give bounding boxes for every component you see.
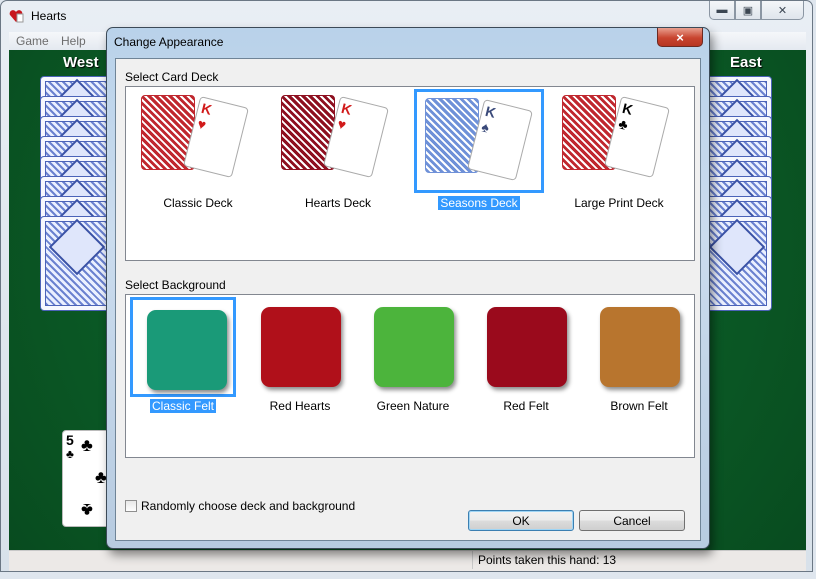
close-icon: ✕ <box>777 4 788 17</box>
background-option[interactable]: Green Nature <box>356 295 466 415</box>
dialog-title: Change Appearance <box>114 35 224 49</box>
menu-game[interactable]: Game <box>16 34 49 48</box>
close-icon: × <box>676 29 684 45</box>
deck-label: Hearts Deck <box>304 196 372 210</box>
background-option[interactable]: Red Hearts <box>243 295 353 415</box>
menu-help[interactable]: Help <box>61 34 86 48</box>
deck-thumbnail: K ♠ <box>414 89 544 193</box>
player-west-label: West <box>63 54 99 71</box>
deck-label: Large Print Deck <box>574 196 664 210</box>
deck-thumbnail: K ♣ <box>554 89 684 193</box>
background-label: Red Hearts <box>269 399 331 413</box>
background-thumbnail <box>247 297 353 397</box>
background-option[interactable]: Red Felt <box>469 295 579 415</box>
player-east-label: East <box>730 54 762 71</box>
background-swatch <box>147 310 227 390</box>
deck-option[interactable]: K ♥ Classic Deck <box>130 87 266 217</box>
deck-option[interactable]: K ♥ Hearts Deck <box>270 87 406 217</box>
random-choice-row[interactable]: Randomly choose deck and background <box>125 499 355 513</box>
background-swatch <box>374 307 454 387</box>
card-back <box>40 216 112 311</box>
deck-thumbnail: K ♥ <box>273 89 403 193</box>
card-back <box>700 216 772 311</box>
background-section-label: Select Background <box>125 278 226 292</box>
background-label: Brown Felt <box>610 399 668 413</box>
background-thumbnail <box>360 297 466 397</box>
background-thumbnail <box>586 297 692 397</box>
deck-label: Seasons Deck <box>438 196 520 210</box>
random-choice-label[interactable]: Randomly choose deck and background <box>141 499 355 513</box>
background-swatch <box>600 307 680 387</box>
background-thumbnail <box>130 297 236 397</box>
background-list: Classic Felt Red Hearts Green Nature Red Fe… <box>125 294 695 458</box>
window-title: Hearts <box>31 9 67 23</box>
deck-section-label: Select Card Deck <box>125 70 219 84</box>
background-swatch <box>261 307 341 387</box>
maximize-icon: ▣ <box>742 4 754 17</box>
deck-list: K ♥ Classic Deck K ♥ Hearts Deck K ♠ Seasons Dec… <box>125 86 695 261</box>
change-appearance-dialog: Change Appearance × Select Card Deck K ♥ C… <box>106 27 710 549</box>
dialog-close-button[interactable]: × <box>657 28 703 47</box>
deck-label: Classic Deck <box>163 196 233 210</box>
background-label: Classic Felt <box>149 399 216 413</box>
ok-button[interactable]: OK <box>468 510 574 531</box>
status-separator <box>472 550 473 569</box>
status-bar <box>9 550 806 571</box>
club-icon: ♣ <box>81 435 93 455</box>
card-rank: 5 <box>66 432 74 448</box>
background-option[interactable]: Classic Felt <box>126 295 236 415</box>
minimize-icon: ▬ <box>716 4 728 16</box>
deck-thumbnail: K ♥ <box>133 89 263 193</box>
club-icon: ♣ <box>81 500 93 520</box>
club-icon: ♣ <box>66 447 74 461</box>
caption-buttons: ▬ ▣ ✕ <box>709 1 804 20</box>
background-label: Red Felt <box>503 399 549 413</box>
cancel-button[interactable]: Cancel <box>579 510 685 531</box>
deck-option[interactable]: K ♠ Seasons Deck <box>411 87 547 217</box>
maximize-button[interactable]: ▣ <box>735 1 761 20</box>
random-choice-checkbox[interactable] <box>125 500 137 512</box>
background-swatch <box>487 307 567 387</box>
background-label: Green Nature <box>376 399 450 413</box>
minimize-button[interactable]: ▬ <box>709 1 735 20</box>
dialog-body: Select Card Deck K ♥ Classic Deck K ♥ Hearts … <box>115 58 701 541</box>
status-points: Points taken this hand: 13 <box>478 553 617 567</box>
background-option[interactable]: Brown Felt <box>582 295 692 415</box>
background-thumbnail <box>473 297 579 397</box>
close-button[interactable]: ✕ <box>761 1 804 20</box>
hearts-app-icon <box>9 10 24 23</box>
deck-option[interactable]: K ♣ Large Print Deck <box>551 87 687 217</box>
